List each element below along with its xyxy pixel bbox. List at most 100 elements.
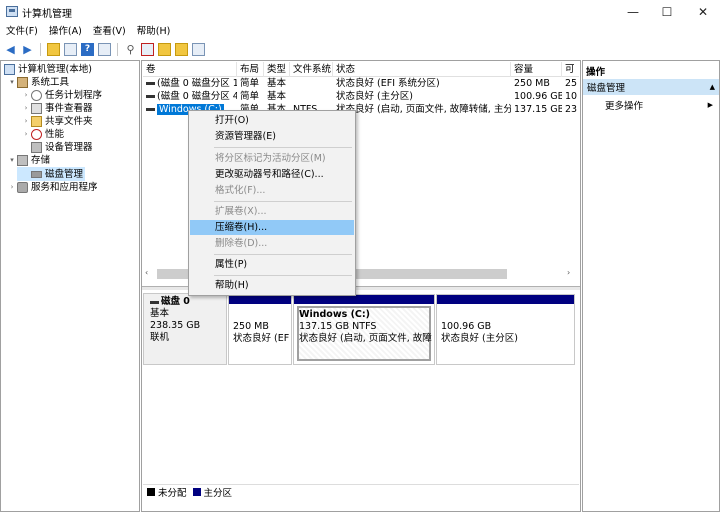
tree-item-services[interactable]: › 服务和应用程序 bbox=[7, 181, 98, 194]
tree-item-system-tools[interactable]: ▾ 系统工具 bbox=[7, 76, 69, 89]
menu-separator bbox=[214, 201, 352, 202]
device-manager-icon bbox=[31, 142, 42, 153]
tree-item-root[interactable]: 计算机管理(本地) bbox=[4, 63, 92, 76]
column-header-filesystem[interactable]: 文件系统 bbox=[290, 62, 333, 77]
forward-arrow-icon[interactable]: ▶ bbox=[21, 43, 34, 56]
partition-text: 100.96 GB 状态良好 (主分区) bbox=[441, 321, 572, 345]
disk-icon bbox=[31, 171, 42, 178]
window-title: 计算机管理 bbox=[22, 9, 72, 20]
volume-type: 基本 bbox=[267, 91, 287, 102]
export-icon[interactable] bbox=[175, 42, 188, 56]
column-header-volume[interactable]: 卷 bbox=[143, 62, 237, 77]
tree-item-label: 事件查看器 bbox=[45, 103, 93, 114]
menu-file[interactable]: 文件(F) bbox=[6, 24, 38, 40]
minimize-button[interactable]: — bbox=[616, 0, 650, 24]
menu-help[interactable]: 帮助(H) bbox=[137, 24, 171, 40]
help-icon[interactable]: ? bbox=[81, 42, 94, 56]
column-header-layout[interactable]: 布局 bbox=[237, 62, 264, 77]
column-header-free[interactable]: 可 bbox=[562, 62, 579, 77]
volume-layout: 简单 bbox=[240, 91, 260, 102]
actions-pane bbox=[582, 60, 720, 512]
scroll-left-icon[interactable]: ‹ bbox=[145, 268, 148, 277]
column-header-capacity[interactable]: 容量 bbox=[511, 62, 562, 77]
show-hide-tree-icon[interactable] bbox=[64, 42, 77, 56]
volume-name: (磁盘 0 磁盘分区 1) bbox=[157, 78, 237, 89]
legend: 未分配 主分区 bbox=[143, 484, 579, 499]
storage-icon bbox=[17, 155, 28, 166]
menu-item-open[interactable]: 打开(O) bbox=[190, 113, 354, 128]
connect-icon[interactable]: ⚲ bbox=[124, 43, 137, 56]
menu-item-format: 格式化(F)... bbox=[215, 185, 266, 196]
tree-item-shared-folders[interactable]: › 共享文件夹 bbox=[21, 115, 93, 128]
tree-item-storage[interactable]: ▾ 存储 bbox=[7, 154, 50, 167]
partition-bar bbox=[294, 295, 434, 304]
more-actions-label: 更多操作 bbox=[605, 101, 644, 112]
tree-item-device-manager[interactable]: 设备管理器 bbox=[31, 141, 93, 154]
submenu-arrow-icon: ▶ bbox=[707, 101, 713, 109]
volume-status: 状态良好 (EFI 系统分区) bbox=[336, 78, 440, 89]
chevron-right-icon[interactable]: › bbox=[21, 115, 31, 128]
disk-label[interactable]: 磁盘 0 基本 238.35 GB 联机 bbox=[143, 293, 227, 365]
menu-item-delete-volume: 删除卷(D)... bbox=[215, 238, 268, 249]
view-icon[interactable] bbox=[98, 42, 111, 56]
partition-bar bbox=[437, 295, 574, 304]
title-bar bbox=[0, 0, 720, 24]
scroll-right-icon[interactable]: › bbox=[567, 268, 570, 277]
maximize-button[interactable]: ☐ bbox=[650, 0, 684, 24]
volume-row[interactable]: (磁盘 0 磁盘分区 1) 简单 基本 状态良好 (EFI 系统分区) 250 … bbox=[143, 77, 579, 90]
menu-item-change-drive-letter[interactable]: 更改驱动器号和路径(C)... bbox=[190, 167, 354, 182]
menu-item-help[interactable]: 帮助(H) bbox=[190, 278, 354, 293]
tree-item-label: 服务和应用程序 bbox=[31, 182, 98, 193]
column-header-type[interactable]: 类型 bbox=[264, 62, 290, 77]
partition-bar bbox=[229, 295, 291, 304]
menu-item-shrink-volume[interactable]: 压缩卷(H)... bbox=[190, 220, 354, 235]
tree-item-label: 存储 bbox=[31, 155, 51, 166]
chevron-right-icon[interactable]: › bbox=[21, 102, 31, 115]
computer-management-icon bbox=[6, 6, 18, 17]
volume-free: 25 bbox=[565, 78, 578, 89]
up-folder-icon[interactable] bbox=[47, 42, 60, 56]
chevron-right-icon[interactable]: › bbox=[21, 128, 31, 141]
menu-item-explorer[interactable]: 资源管理器(E) bbox=[190, 129, 354, 144]
back-arrow-icon[interactable]: ◀ bbox=[4, 43, 17, 56]
partition-efi[interactable]: 250 MB 状态良好 (EFI bbox=[228, 294, 292, 365]
collapse-icon[interactable]: ▲ bbox=[710, 83, 715, 91]
tree-item-label: 共享文件夹 bbox=[45, 116, 93, 127]
menu-bar: 文件(F) 操作(A) 查看(V) 帮助(H) bbox=[0, 24, 720, 40]
actions-section-disk-management[interactable]: 磁盘管理 ▲ bbox=[583, 79, 719, 95]
list-icon[interactable] bbox=[192, 42, 205, 56]
menu-view[interactable]: 查看(V) bbox=[93, 24, 126, 40]
partition-size: 100.96 GB bbox=[441, 321, 492, 332]
disk-icon bbox=[150, 300, 159, 304]
tree-item-event-viewer[interactable]: › 事件查看器 bbox=[21, 102, 93, 115]
disk-state: 联机 bbox=[150, 332, 170, 343]
volume-name-cell: (磁盘 0 磁盘分区 4) bbox=[143, 90, 237, 103]
partition-status: 状态良好 (主分区) bbox=[441, 333, 518, 344]
volume-capacity: 137.15 GB bbox=[514, 104, 562, 115]
chevron-down-icon[interactable]: ▾ bbox=[7, 76, 17, 89]
close-button[interactable]: ✕ bbox=[686, 0, 720, 24]
menu-item-properties[interactable]: 属性(P) bbox=[190, 257, 354, 272]
partition-primary[interactable]: 100.96 GB 状态良好 (主分区) bbox=[436, 294, 575, 365]
menu-action[interactable]: 操作(A) bbox=[49, 24, 82, 40]
refresh-icon[interactable] bbox=[158, 42, 171, 56]
partition-status: 状态良好 (EFI bbox=[233, 333, 289, 344]
menu-item-extend-volume: 扩展卷(X)... bbox=[215, 206, 267, 217]
column-header-status[interactable]: 状态 bbox=[333, 62, 511, 77]
chevron-right-icon[interactable]: › bbox=[7, 181, 17, 194]
properties-icon[interactable] bbox=[141, 42, 154, 56]
legend-label-primary: 主分区 bbox=[203, 487, 233, 499]
tree-item-task-scheduler[interactable]: › 任务计划程序 bbox=[21, 89, 102, 102]
tree-item-performance[interactable]: › 性能 bbox=[21, 128, 64, 141]
volume-icon bbox=[146, 82, 155, 85]
partition-size: 137.15 GB NTFS bbox=[299, 321, 377, 332]
volume-capacity: 100.96 GB bbox=[514, 91, 562, 102]
tree-item-disk-management[interactable]: 磁盘管理 bbox=[31, 168, 83, 181]
more-actions-item[interactable]: 更多操作 ▶ bbox=[583, 98, 719, 112]
partition-windows-c[interactable]: Windows (C:) 137.15 GB NTFS 状态良好 (启动, 页面… bbox=[293, 294, 435, 365]
volume-row[interactable]: (磁盘 0 磁盘分区 4) 简单 基本 状态良好 (主分区) 100.96 GB… bbox=[143, 90, 579, 103]
chevron-right-icon[interactable]: › bbox=[21, 89, 31, 102]
chevron-down-icon[interactable]: ▾ bbox=[7, 154, 17, 167]
volume-name-cell: (磁盘 0 磁盘分区 1) bbox=[143, 77, 237, 90]
partition-size: 250 MB bbox=[233, 321, 269, 332]
